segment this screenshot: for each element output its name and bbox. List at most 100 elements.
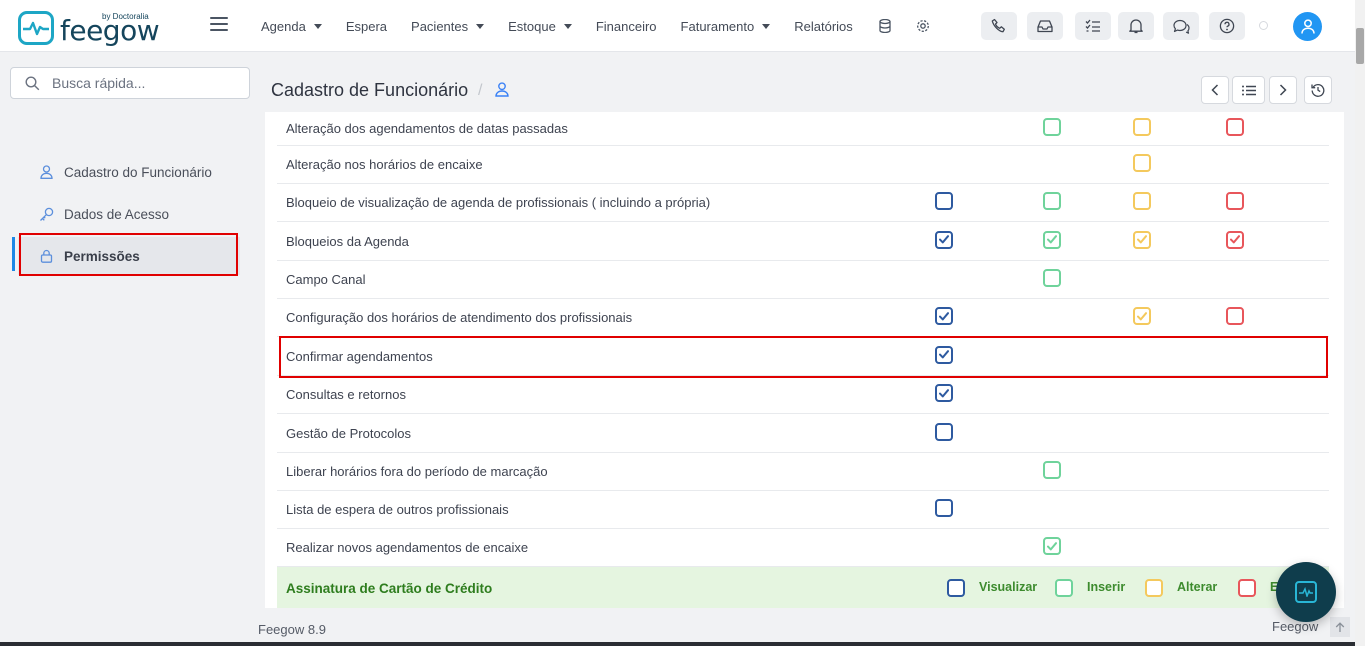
nav-relatorios[interactable]: Relatórios xyxy=(794,19,853,34)
permission-row: Lista de espera de outros profissionais xyxy=(277,491,1329,529)
permission-row: Alteração nos horários de encaixe xyxy=(277,146,1329,184)
checkbox-excluir[interactable] xyxy=(1226,118,1244,136)
permission-label: Bloqueio de visualização de agenda de pr… xyxy=(286,195,711,210)
checkbox-visualizar[interactable] xyxy=(935,192,953,210)
feegow-logo[interactable]: by Doctoralia feegow xyxy=(18,10,160,47)
permission-row: Configuração dos horários de atendimento… xyxy=(277,299,1329,337)
permission-label: Bloqueios da Agenda xyxy=(286,233,409,249)
menu-toggle-icon[interactable] xyxy=(210,17,228,33)
permission-row: Realizar novos agendamentos de encaixe xyxy=(277,529,1329,567)
checkbox-visualizar[interactable] xyxy=(935,422,953,441)
nav-espera[interactable]: Espera xyxy=(346,19,387,34)
phone-button[interactable] xyxy=(981,12,1017,40)
checkbox-excluir[interactable] xyxy=(1226,192,1244,210)
section-checkbox-visualizar[interactable] xyxy=(947,579,965,597)
checkbox-alterar[interactable] xyxy=(1133,230,1151,249)
check-icon xyxy=(939,235,949,244)
inbox-button[interactable] xyxy=(1027,12,1063,40)
nav-faturamento[interactable]: Faturamento xyxy=(681,19,771,34)
permission-row: Bloqueios da Agenda xyxy=(277,222,1329,261)
inbox-icon xyxy=(1037,20,1053,33)
check-icon xyxy=(1047,235,1057,244)
history-button[interactable] xyxy=(1304,76,1332,104)
checkbox-excluir[interactable] xyxy=(1226,307,1244,325)
nav-estoque[interactable]: Estoque xyxy=(508,19,572,34)
user-avatar[interactable] xyxy=(1293,12,1322,41)
nav-agenda[interactable]: Agenda xyxy=(261,19,322,34)
version-label: Feegow 8.9 xyxy=(258,622,326,637)
checkbox-inserir[interactable] xyxy=(1043,230,1061,249)
permission-row: Alteração dos agendamentos de datas pass… xyxy=(277,112,1329,146)
database-icon[interactable] xyxy=(877,18,893,34)
sidebar-item-cadastro[interactable]: Cadastro do Funcionário xyxy=(18,153,240,191)
status-indicator xyxy=(1259,21,1268,30)
support-chat-button[interactable] xyxy=(1276,562,1336,622)
chevron-down-icon xyxy=(563,23,572,29)
permission-label: Liberar horários fora do período de marc… xyxy=(286,464,548,479)
chevron-down-icon xyxy=(313,23,322,29)
permission-row: Liberar horários fora do período de marc… xyxy=(277,453,1329,491)
gear-icon[interactable] xyxy=(915,18,931,34)
top-bar: by Doctoralia feegow Agenda Espera Pacie… xyxy=(0,0,1355,52)
scrollbar-thumb[interactable] xyxy=(1356,28,1364,64)
list-view-button[interactable] xyxy=(1232,76,1265,104)
checkbox-visualizar[interactable] xyxy=(935,384,953,402)
sidebar-item-permissoes[interactable]: Permissões xyxy=(18,237,240,275)
checkbox-alterar[interactable] xyxy=(1133,307,1151,325)
permission-row: Bloqueio de visualização de agenda de pr… xyxy=(277,184,1329,222)
logo-wordmark: feegow xyxy=(60,14,160,47)
search-icon xyxy=(25,75,40,90)
sidebar-item-label: Cadastro do Funcionário xyxy=(64,164,212,180)
section-checkbox-excluir[interactable] xyxy=(1238,579,1256,597)
chevron-right-icon xyxy=(1279,84,1287,96)
permission-label: Alteração nos horários de encaixe xyxy=(286,157,483,172)
chat-button[interactable] xyxy=(1163,12,1199,40)
phone-icon xyxy=(991,18,1005,33)
chevron-left-icon xyxy=(1211,84,1219,96)
checkbox-alterar[interactable] xyxy=(1133,192,1151,210)
history-icon xyxy=(1311,84,1325,97)
notifications-button[interactable] xyxy=(1118,12,1154,40)
bottom-strip xyxy=(0,642,1355,646)
checkbox-visualizar[interactable] xyxy=(935,230,953,249)
sidebar-item-label: Permissões xyxy=(64,248,140,264)
section-checkbox-inserir[interactable] xyxy=(1055,579,1073,597)
checkbox-visualizar[interactable] xyxy=(935,307,953,325)
next-record-button[interactable] xyxy=(1269,76,1297,104)
checkbox-inserir[interactable] xyxy=(1043,269,1061,287)
nav-financeiro[interactable]: Financeiro xyxy=(596,19,657,34)
check-icon xyxy=(939,388,949,397)
feegow-support-icon xyxy=(1295,581,1317,603)
column-header-visualizar: Visualizar xyxy=(979,580,1038,594)
search-input[interactable] xyxy=(52,75,232,91)
checkbox-alterar[interactable] xyxy=(1133,154,1151,172)
checkbox-inserir[interactable] xyxy=(1043,537,1061,555)
previous-record-button[interactable] xyxy=(1201,76,1229,104)
section-title: Assinatura de Cartão de Crédito xyxy=(286,581,493,596)
check-icon xyxy=(1137,311,1147,320)
sidebar-item-dados-acesso[interactable]: Dados de Acesso xyxy=(18,195,240,233)
column-header-inserir: Inserir xyxy=(1087,580,1126,594)
permission-label: Gestão de Protocolos xyxy=(286,425,412,441)
checkbox-inserir[interactable] xyxy=(1043,118,1061,136)
logo-mark-icon xyxy=(18,11,54,45)
checklist-icon xyxy=(1085,19,1100,32)
tasks-button[interactable] xyxy=(1075,12,1111,40)
checkbox-visualizar[interactable] xyxy=(935,345,953,364)
section-checkbox-alterar[interactable] xyxy=(1145,579,1163,597)
active-indicator xyxy=(12,237,15,271)
list-icon xyxy=(1241,85,1256,95)
page-scrollbar[interactable] xyxy=(1355,0,1365,646)
quick-search[interactable] xyxy=(10,67,250,99)
check-icon xyxy=(1047,541,1057,550)
checkbox-alterar[interactable] xyxy=(1133,118,1151,136)
checkbox-visualizar[interactable] xyxy=(935,499,953,517)
help-button[interactable] xyxy=(1209,12,1245,40)
checkbox-inserir[interactable] xyxy=(1043,461,1061,479)
checkbox-inserir[interactable] xyxy=(1043,192,1061,210)
chevron-down-icon xyxy=(476,23,485,29)
scroll-top-button[interactable] xyxy=(1330,617,1350,637)
nav-pacientes[interactable]: Pacientes xyxy=(411,19,485,34)
checkbox-excluir[interactable] xyxy=(1226,230,1244,249)
permissions-table: Alteração dos agendamentos de datas pass… xyxy=(265,112,1344,608)
